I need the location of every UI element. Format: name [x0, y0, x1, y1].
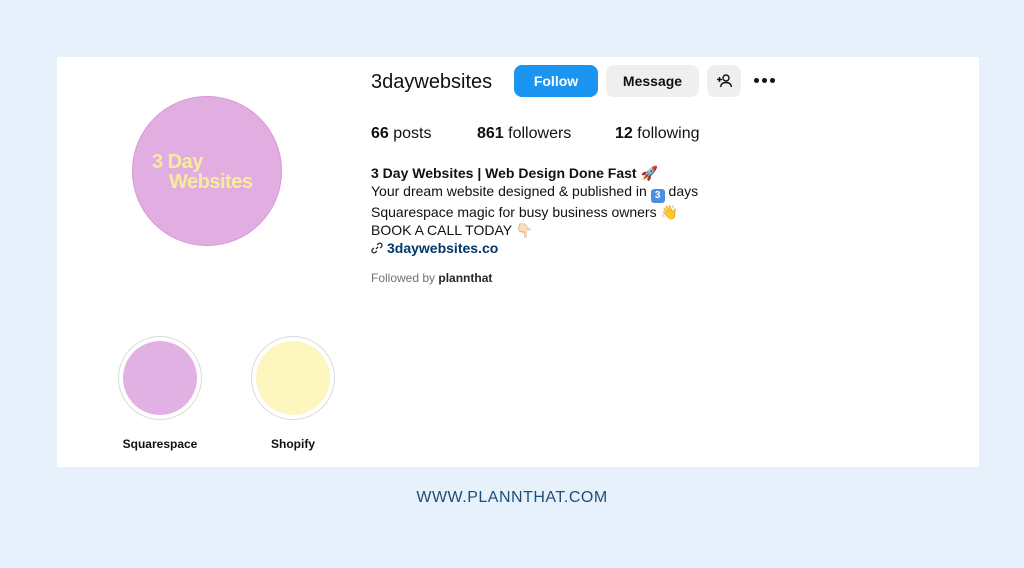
followed-by[interactable]: Followed by plannthat [371, 271, 492, 285]
bio-line-2: Squarespace magic for busy business owne… [371, 204, 678, 220]
following-label: following [637, 125, 700, 142]
highlight-cover [123, 341, 197, 415]
add-user-button[interactable] [707, 65, 741, 97]
bio-link-text[interactable]: 3daywebsites.co [387, 240, 498, 256]
profile-avatar[interactable]: 3 Day Websites [132, 96, 282, 246]
posts-stat[interactable]: 66 posts [371, 125, 432, 143]
posts-label: posts [393, 125, 432, 142]
profile-bio: 3 Day Websites | Web Design Done Fast 🚀 … [371, 164, 698, 257]
bio-line-1-suffix: days [664, 183, 699, 199]
following-stat[interactable]: 12 following [615, 125, 700, 143]
highlight-label: Shopify [271, 437, 315, 451]
highlight-label: Squarespace [122, 437, 198, 451]
avatar-logo-text: 3 Day Websites [152, 151, 253, 193]
followers-count: 861 [477, 125, 504, 142]
profile-card: 3 Day Websites 3daywebsites Follow Messa… [57, 57, 979, 467]
followed-by-user[interactable]: plannthat [438, 271, 492, 285]
avatar-text-line2: Websites [169, 171, 253, 193]
bio-line-1: Your dream website designed & published … [371, 182, 698, 203]
posts-count: 66 [371, 125, 389, 142]
person-add-icon [717, 74, 733, 88]
highlight-ring [118, 336, 202, 420]
message-button[interactable]: Message [606, 65, 699, 97]
footer-url: WWW.PLANNTHAT.COM [416, 489, 608, 506]
highlight-ring [251, 336, 335, 420]
followers-stat[interactable]: 861 followers [477, 125, 571, 143]
more-horizontal-icon [754, 78, 759, 83]
keycap-three-emoji: 3 [650, 189, 665, 203]
followers-label: followers [508, 125, 572, 142]
highlight-squarespace[interactable]: Squarespace [117, 336, 203, 451]
bio-line-1-text: Your dream website designed & published … [371, 183, 651, 199]
avatar-text-line1: 3 Day [152, 151, 203, 173]
highlight-cover [256, 341, 330, 415]
bio-link[interactable]: 3daywebsites.co [371, 239, 698, 257]
profile-username: 3daywebsites [371, 71, 493, 93]
bio-name: 3 Day Websites | Web Design Done Fast 🚀 [371, 165, 658, 181]
following-count: 12 [615, 125, 633, 142]
link-icon [371, 242, 383, 254]
follow-button[interactable]: Follow [514, 65, 598, 97]
followed-by-prefix: Followed by [371, 271, 436, 285]
bio-line-3: BOOK A CALL TODAY 👇🏻 [371, 222, 534, 238]
more-options-button[interactable] [754, 76, 776, 86]
highlight-shopify[interactable]: Shopify [250, 336, 336, 451]
